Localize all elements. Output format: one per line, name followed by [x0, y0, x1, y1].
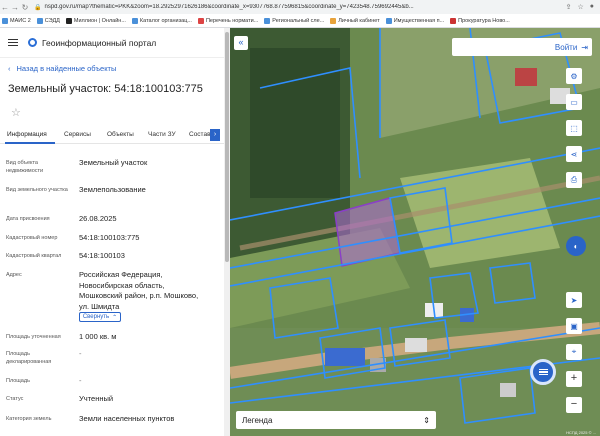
chevron-updown-icon: ⇕	[423, 415, 430, 425]
basemap-icon[interactable]: ▣	[566, 318, 582, 334]
tab-objects[interactable]: Объекты	[107, 131, 134, 138]
tab-parcel-parts[interactable]: Части ЗУ	[148, 131, 176, 138]
bookmark[interactable]: СЭДД	[36, 17, 60, 24]
bookmark[interactable]: Региональный сле...	[264, 17, 324, 24]
ruler-icon[interactable]: ▭	[566, 94, 582, 110]
attribute-value: 54:18:100103	[79, 251, 125, 260]
bookmark-favicon	[264, 17, 271, 24]
layers-icon[interactable]: ⚙	[566, 68, 582, 84]
bookmark[interactable]: Миллион | Онлайн...	[65, 17, 126, 24]
bookmark-favicon	[330, 17, 337, 24]
chevron-left-icon: ‹	[8, 64, 11, 73]
portal-header: Геоинформационный портал	[0, 28, 224, 58]
url-field[interactable]: nspd.gov.ru/map?thematic=PKK&zoom=18.292…	[44, 4, 565, 10]
collapse-address-button[interactable]: Свернуть ⌃	[79, 312, 121, 322]
attribute-value: Землепользование	[79, 185, 146, 194]
share-icon[interactable]: ⋖	[566, 146, 582, 162]
attribute-value: Земли населенных пунктов	[79, 414, 175, 423]
attribute-label: Кадастровый номер	[6, 235, 58, 241]
map-copyright: НСПД 2025 © ...	[566, 430, 596, 435]
portal-logo-icon[interactable]	[28, 38, 37, 47]
login-button[interactable]: Войти ⇥	[452, 38, 592, 56]
zoom-out-button[interactable]: −	[566, 397, 582, 413]
portal-title: Геоинформационный портал	[42, 37, 157, 48]
bookmark-favicon	[450, 17, 457, 24]
bookmark[interactable]: Личный кабинет	[330, 17, 380, 24]
bookmark[interactable]: МАИС 2	[2, 17, 31, 24]
bookmark-star-icon[interactable]: ☆	[577, 3, 583, 11]
bookmarks-bar: МАИС 2 СЭДД Миллион | Онлайн... Каталог …	[0, 14, 600, 28]
attribute-label: Площадь декларированная	[6, 351, 52, 366]
bookmark[interactable]: Прокуратура Ново...	[450, 17, 510, 24]
tab-information[interactable]: Информация	[7, 131, 47, 138]
bookmark-favicon	[36, 17, 43, 24]
main-menu-fab[interactable]	[530, 359, 556, 385]
bookmark-favicon	[65, 17, 72, 24]
attribute-label: Статус	[6, 396, 24, 402]
collapse-panel-icon[interactable]: «	[234, 36, 248, 50]
attribute-value: Земельный участок	[79, 158, 148, 167]
chat-assistant-icon[interactable]: ◐	[566, 236, 586, 256]
attribute-value: 26.08.2025	[79, 214, 117, 223]
login-icon: ⇥	[581, 42, 588, 52]
attribute-label: Кадастровый квартал	[6, 253, 62, 259]
address-value: Российская Федерация, Новосибирская обла…	[79, 270, 199, 311]
back-to-results-link[interactable]: ‹ Назад в найденные объекты	[8, 64, 116, 73]
scrollbar-thumb[interactable]	[225, 32, 229, 262]
tabs-scroll-right-icon[interactable]: ›	[210, 129, 220, 141]
attribute-label: Дата присвоения	[6, 216, 50, 222]
map-view[interactable]: « Войти ⇥ ⚙ ▭ ⬚ ⋖ ⎙ ◐ ➤ ▣ ⌖ + − Легенда …	[230, 28, 600, 436]
attribute-label: Площадь уточненная	[6, 334, 61, 340]
tab-composition[interactable]: Состав	[189, 131, 211, 138]
bookmark[interactable]: Перечень нормати...	[197, 17, 258, 24]
forward-arrow-icon[interactable]: →	[10, 3, 20, 12]
bookmark-favicon	[197, 17, 204, 24]
back-arrow-icon[interactable]: ←	[0, 3, 10, 12]
attribute-value: 54:18:100103:775	[79, 233, 140, 242]
bookmark[interactable]: Каталог организац...	[131, 17, 192, 24]
attribute-value: Учтенный	[79, 394, 114, 403]
object-title: Земельный участок: 54:18:100103:775	[8, 83, 203, 95]
reload-icon[interactable]: ↻	[20, 3, 30, 12]
pin-icon[interactable]: ⌖	[566, 344, 582, 360]
select-area-icon[interactable]: ⬚	[566, 120, 582, 136]
menu-icon[interactable]	[8, 39, 18, 46]
attribute-label: Площадь	[6, 378, 30, 384]
attribute-value: -	[79, 349, 82, 358]
print-icon[interactable]: ⎙	[566, 172, 582, 188]
attribute-label: Адрес	[6, 272, 22, 278]
favorite-star-icon[interactable]: ☆	[11, 106, 21, 119]
bookmark-favicon	[131, 17, 138, 24]
lock-icon[interactable]: 🔒	[34, 4, 41, 11]
active-tab-indicator	[5, 142, 55, 144]
chevron-up-icon: ⌃	[112, 314, 118, 321]
bookmark-favicon	[2, 17, 8, 24]
locate-icon[interactable]: ➤	[566, 292, 582, 308]
zoom-in-button[interactable]: +	[566, 371, 582, 387]
tab-services[interactable]: Сервисы	[64, 131, 91, 138]
attribute-value: 1 000 кв. м	[79, 332, 117, 341]
attribute-value: -	[79, 376, 82, 385]
info-panel: Геоинформационный портал ‹ Назад в найде…	[0, 28, 224, 436]
profile-icon[interactable]: ●	[590, 3, 594, 11]
bookmark[interactable]: Имущественная п...	[385, 17, 444, 24]
browser-address-bar: ← → ↻ 🔒 nspd.gov.ru/map?thematic=PKK&zoo…	[0, 0, 600, 14]
attribute-label: Категория земель	[6, 416, 52, 422]
legend-select[interactable]: Легенда ⇕	[236, 411, 436, 429]
attribute-label: Вид земельного участка	[6, 187, 68, 193]
tab-bar: Информация Сервисы Объекты Части ЗУ Сост…	[0, 126, 224, 144]
list-icon	[538, 368, 548, 376]
bookmark-favicon	[385, 17, 392, 24]
share-icon[interactable]: ⇪	[566, 3, 572, 11]
attribute-label: Вид объекта недвижимости	[6, 160, 44, 175]
